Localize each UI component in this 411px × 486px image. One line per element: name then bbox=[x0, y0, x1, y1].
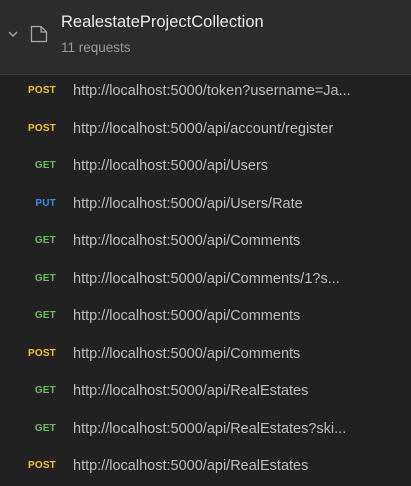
method-badge: GET bbox=[34, 272, 56, 284]
method-badge: POST bbox=[27, 85, 56, 96]
request-item[interactable]: POST http://localhost:5000/api/RealEstat… bbox=[0, 448, 411, 486]
request-item[interactable]: GET http://localhost:5000/api/Users bbox=[0, 148, 411, 186]
request-item[interactable]: GET http://localhost:5000/api/RealEstate… bbox=[0, 373, 411, 411]
collection-name[interactable]: RealestateProjectCollection bbox=[61, 13, 264, 32]
request-url: http://localhost:5000/api/RealEstates?sk… bbox=[73, 420, 347, 437]
request-list: POST http://localhost:5000/token?usernam… bbox=[0, 73, 411, 486]
request-item[interactable]: POST http://localhost:5000/token?usernam… bbox=[0, 73, 411, 111]
request-url: http://localhost:5000/api/Comments bbox=[73, 345, 301, 362]
request-url: http://localhost:5000/api/Comments/1?s..… bbox=[73, 270, 340, 287]
method-badge: POST bbox=[27, 122, 56, 134]
request-item[interactable]: POST http://localhost:5000/api/account/r… bbox=[0, 111, 411, 149]
request-item[interactable]: GET http://localhost:5000/api/Comments bbox=[0, 223, 411, 261]
request-item[interactable]: POST http://localhost:5000/api/Comments bbox=[0, 336, 411, 374]
request-url: http://localhost:5000/api/account/regist… bbox=[73, 120, 334, 137]
method-badge: GET bbox=[34, 385, 56, 396]
request-url: http://localhost:5000/api/Comments bbox=[73, 233, 301, 249]
request-url: http://localhost:5000/api/Users bbox=[73, 158, 269, 174]
collection-folder-icon bbox=[30, 25, 48, 43]
chevron-down-icon[interactable] bbox=[6, 27, 20, 41]
request-url: http://localhost:5000/api/Comments bbox=[73, 308, 301, 324]
request-item[interactable]: GET http://localhost:5000/api/Comments bbox=[0, 298, 411, 336]
method-badge: GET bbox=[34, 422, 56, 434]
request-url: http://localhost:5000/api/Users/Rate bbox=[73, 195, 303, 212]
method-badge: POST bbox=[27, 460, 56, 471]
method-badge: GET bbox=[34, 235, 56, 246]
request-url: http://localhost:5000/api/RealEstates bbox=[73, 383, 309, 399]
request-item[interactable]: PUT http://localhost:5000/api/Users/Rate bbox=[0, 186, 411, 224]
method-badge: GET bbox=[34, 160, 56, 171]
request-item[interactable]: GET http://localhost:5000/api/Comments/1… bbox=[0, 261, 411, 299]
collection-header[interactable]: RealestateProjectCollection 11 requests bbox=[0, 0, 411, 75]
method-badge: PUT bbox=[35, 197, 56, 209]
request-item[interactable]: GET http://localhost:5000/api/RealEstate… bbox=[0, 411, 411, 449]
collection-request-count: 11 requests bbox=[61, 40, 131, 55]
method-badge: GET bbox=[34, 310, 56, 321]
method-badge: POST bbox=[27, 347, 56, 359]
request-url: http://localhost:5000/api/RealEstates bbox=[73, 458, 309, 474]
request-url: http://localhost:5000/token?username=Ja.… bbox=[73, 83, 351, 99]
